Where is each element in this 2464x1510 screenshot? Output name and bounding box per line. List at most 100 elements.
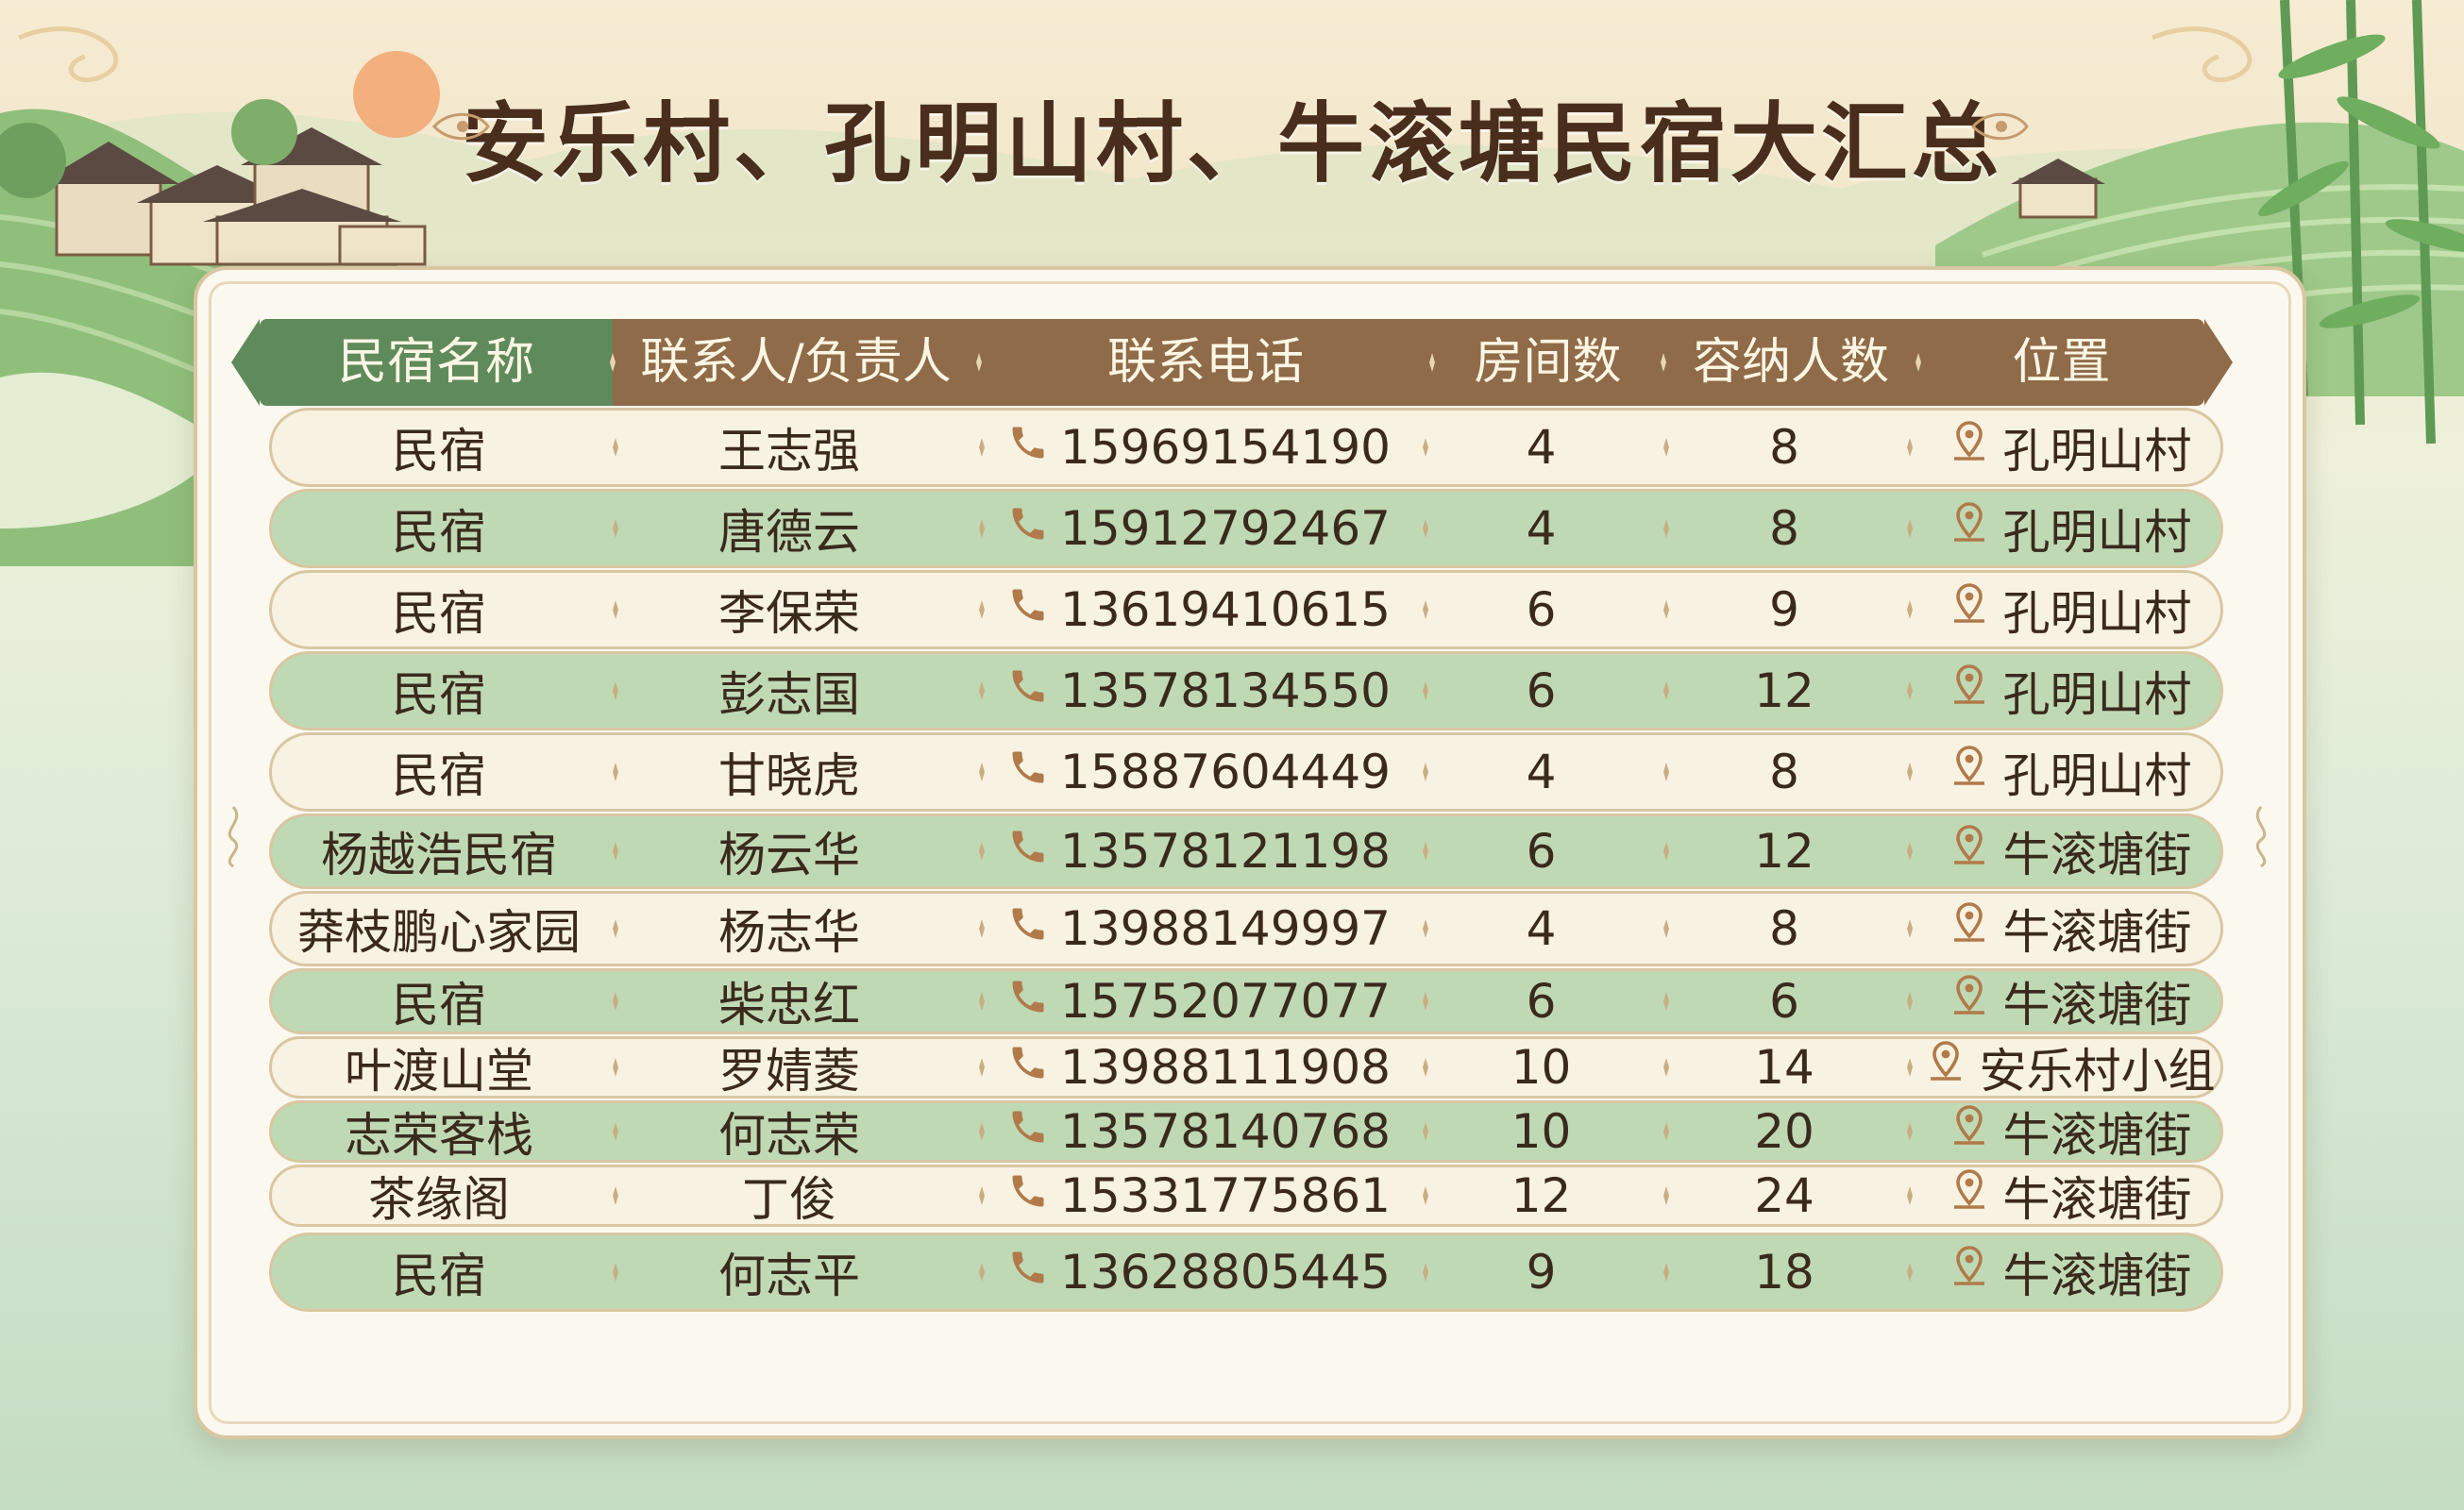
cell-location: 孔明山村 bbox=[1912, 411, 2226, 484]
cell-text-capacity: 12 bbox=[1754, 663, 1814, 718]
cell-location: 孔明山村 bbox=[1912, 573, 2226, 646]
cell-text-rooms: 6 bbox=[1526, 824, 1557, 879]
cell-name: 民宿 bbox=[272, 654, 606, 728]
cell-contact: 李保荣 bbox=[606, 573, 972, 646]
cell-text-location: 孔明山村 bbox=[2002, 667, 2192, 722]
cell-location: 孔明山村 bbox=[1912, 492, 2226, 565]
cell-text-phone: 13619410615 bbox=[1060, 582, 1391, 637]
cell-capacity: 14 bbox=[1657, 1039, 1912, 1096]
cell-text-phone: 15331775861 bbox=[1060, 1168, 1391, 1223]
cell-text-name: 叶渡山堂 bbox=[345, 1044, 533, 1099]
cell-phone[interactable]: 13988111908 bbox=[972, 1039, 1426, 1096]
table-row: 民宿 李保荣 13619410615 6 9 孔明山村 bbox=[269, 570, 2223, 649]
cell-text-name: 民宿 bbox=[392, 424, 486, 478]
row-separator-mark bbox=[979, 1263, 985, 1282]
cell-name: 民宿 bbox=[272, 735, 606, 809]
row-separator-mark bbox=[613, 919, 618, 938]
location-pin-icon bbox=[1947, 419, 1992, 476]
header-separator-mark bbox=[1661, 353, 1666, 372]
cell-text-name: 民宿 bbox=[392, 978, 486, 1032]
header-contact: 联系人/负责人 bbox=[640, 334, 952, 391]
phone-icon bbox=[1007, 1104, 1049, 1159]
row-separator-mark bbox=[613, 1058, 618, 1077]
cell-text-contact: 王志强 bbox=[718, 424, 860, 478]
cell-location: 牛滚塘街 bbox=[1912, 1235, 2226, 1309]
cell-phone[interactable]: 13578140768 bbox=[972, 1103, 1426, 1160]
cell-contact: 何志平 bbox=[606, 1235, 972, 1309]
cell-rooms: 6 bbox=[1426, 654, 1657, 728]
cell-phone[interactable]: 13628805445 bbox=[972, 1235, 1426, 1309]
table-row: 茶缘阁 丁俊 15331775861 12 24 牛滚塘街 bbox=[269, 1165, 2223, 1227]
row-separator-mark bbox=[1423, 919, 1428, 938]
cell-text-phone: 13988111908 bbox=[1060, 1040, 1391, 1095]
row-separator-mark bbox=[1423, 438, 1428, 457]
cell-contact: 柴忠红 bbox=[606, 971, 972, 1032]
cell-text-rooms: 10 bbox=[1510, 1040, 1572, 1095]
row-separator-mark bbox=[1423, 763, 1428, 781]
cell-text-rooms: 4 bbox=[1526, 901, 1557, 956]
cell-phone[interactable]: 15969154190 bbox=[972, 411, 1426, 484]
cell-name: 茶缘阁 bbox=[272, 1167, 606, 1227]
cell-text-phone: 15887604449 bbox=[1060, 745, 1391, 799]
cell-phone[interactable]: 13578121198 bbox=[972, 816, 1426, 886]
row-separator-mark bbox=[1907, 600, 1913, 619]
cell-phone[interactable]: 15912792467 bbox=[972, 492, 1426, 565]
row-separator-mark bbox=[1423, 842, 1428, 861]
cell-contact: 甘晓虎 bbox=[606, 735, 972, 809]
cell-phone[interactable]: 13578134550 bbox=[972, 654, 1426, 728]
row-separator-mark bbox=[1663, 1186, 1669, 1205]
row-separator-mark bbox=[1907, 1058, 1913, 1077]
row-separator-mark bbox=[1423, 681, 1428, 700]
row-separator-mark bbox=[613, 600, 618, 619]
cell-text-contact: 何志平 bbox=[718, 1249, 860, 1303]
cell-text-contact: 李保荣 bbox=[718, 586, 860, 641]
row-separator-mark bbox=[1907, 1122, 1913, 1141]
cell-rooms: 6 bbox=[1426, 573, 1657, 646]
row-separator-mark bbox=[979, 992, 985, 1011]
cell-phone[interactable]: 15331775861 bbox=[972, 1167, 1426, 1224]
cell-capacity: 8 bbox=[1657, 411, 1912, 484]
row-separator-mark bbox=[979, 1058, 985, 1077]
page-title: 安乐村、孔明山村、牛滚塘民宿大汇总 bbox=[461, 92, 2002, 194]
row-separator-mark bbox=[1907, 763, 1913, 781]
cell-text-rooms: 12 bbox=[1510, 1168, 1572, 1223]
cell-location: 牛滚塘街 bbox=[1912, 971, 2226, 1032]
cell-phone[interactable]: 13988149997 bbox=[972, 894, 1426, 964]
cell-capacity: 18 bbox=[1657, 1235, 1912, 1309]
row-separator-mark bbox=[1663, 600, 1669, 619]
cell-text-name: 民宿 bbox=[392, 505, 486, 560]
cell-phone[interactable]: 13619410615 bbox=[972, 573, 1426, 646]
table-row: 民宿 何志平 13628805445 9 18 牛滚塘街 bbox=[269, 1233, 2223, 1312]
cell-name: 民宿 bbox=[272, 573, 606, 646]
cell-location: 牛滚塘街 bbox=[1912, 1103, 2226, 1163]
row-separator-mark bbox=[979, 842, 985, 861]
cell-text-name: 志荣客栈 bbox=[345, 1108, 533, 1163]
cell-capacity: 8 bbox=[1657, 894, 1912, 964]
phone-icon bbox=[1007, 901, 1049, 956]
cell-name: 叶渡山堂 bbox=[272, 1039, 606, 1099]
cell-name: 志荣客栈 bbox=[272, 1103, 606, 1163]
row-separator-mark bbox=[1663, 842, 1669, 861]
cell-rooms: 4 bbox=[1426, 492, 1657, 565]
row-separator-mark bbox=[613, 842, 618, 861]
location-pin-icon bbox=[1947, 1167, 1992, 1224]
cell-text-capacity: 9 bbox=[1769, 582, 1799, 637]
row-separator-mark bbox=[1663, 681, 1669, 700]
cell-text-capacity: 6 bbox=[1769, 974, 1799, 1029]
cell-phone[interactable]: 15752077077 bbox=[972, 971, 1426, 1032]
row-separator-mark bbox=[1663, 1058, 1669, 1077]
table-row: 叶渡山堂 罗婧菱 13988111908 10 14 安乐村小组 bbox=[269, 1036, 2223, 1099]
cell-capacity: 20 bbox=[1657, 1103, 1912, 1160]
cell-text-capacity: 14 bbox=[1754, 1040, 1814, 1095]
cell-text-location: 孔明山村 bbox=[2002, 505, 2192, 560]
cell-text-phone: 13578121198 bbox=[1060, 824, 1391, 879]
cell-rooms: 10 bbox=[1426, 1039, 1657, 1096]
cell-text-location: 牛滚塘街 bbox=[2002, 905, 2192, 960]
cell-text-contact: 甘晓虎 bbox=[718, 748, 860, 803]
cell-text-location: 安乐村小组 bbox=[1979, 1044, 2216, 1099]
cell-text-rooms: 6 bbox=[1526, 974, 1557, 1029]
title-ornament-left bbox=[431, 112, 490, 141]
cell-capacity: 12 bbox=[1657, 816, 1912, 886]
cell-text-rooms: 10 bbox=[1510, 1104, 1572, 1159]
cell-phone[interactable]: 15887604449 bbox=[972, 735, 1426, 809]
